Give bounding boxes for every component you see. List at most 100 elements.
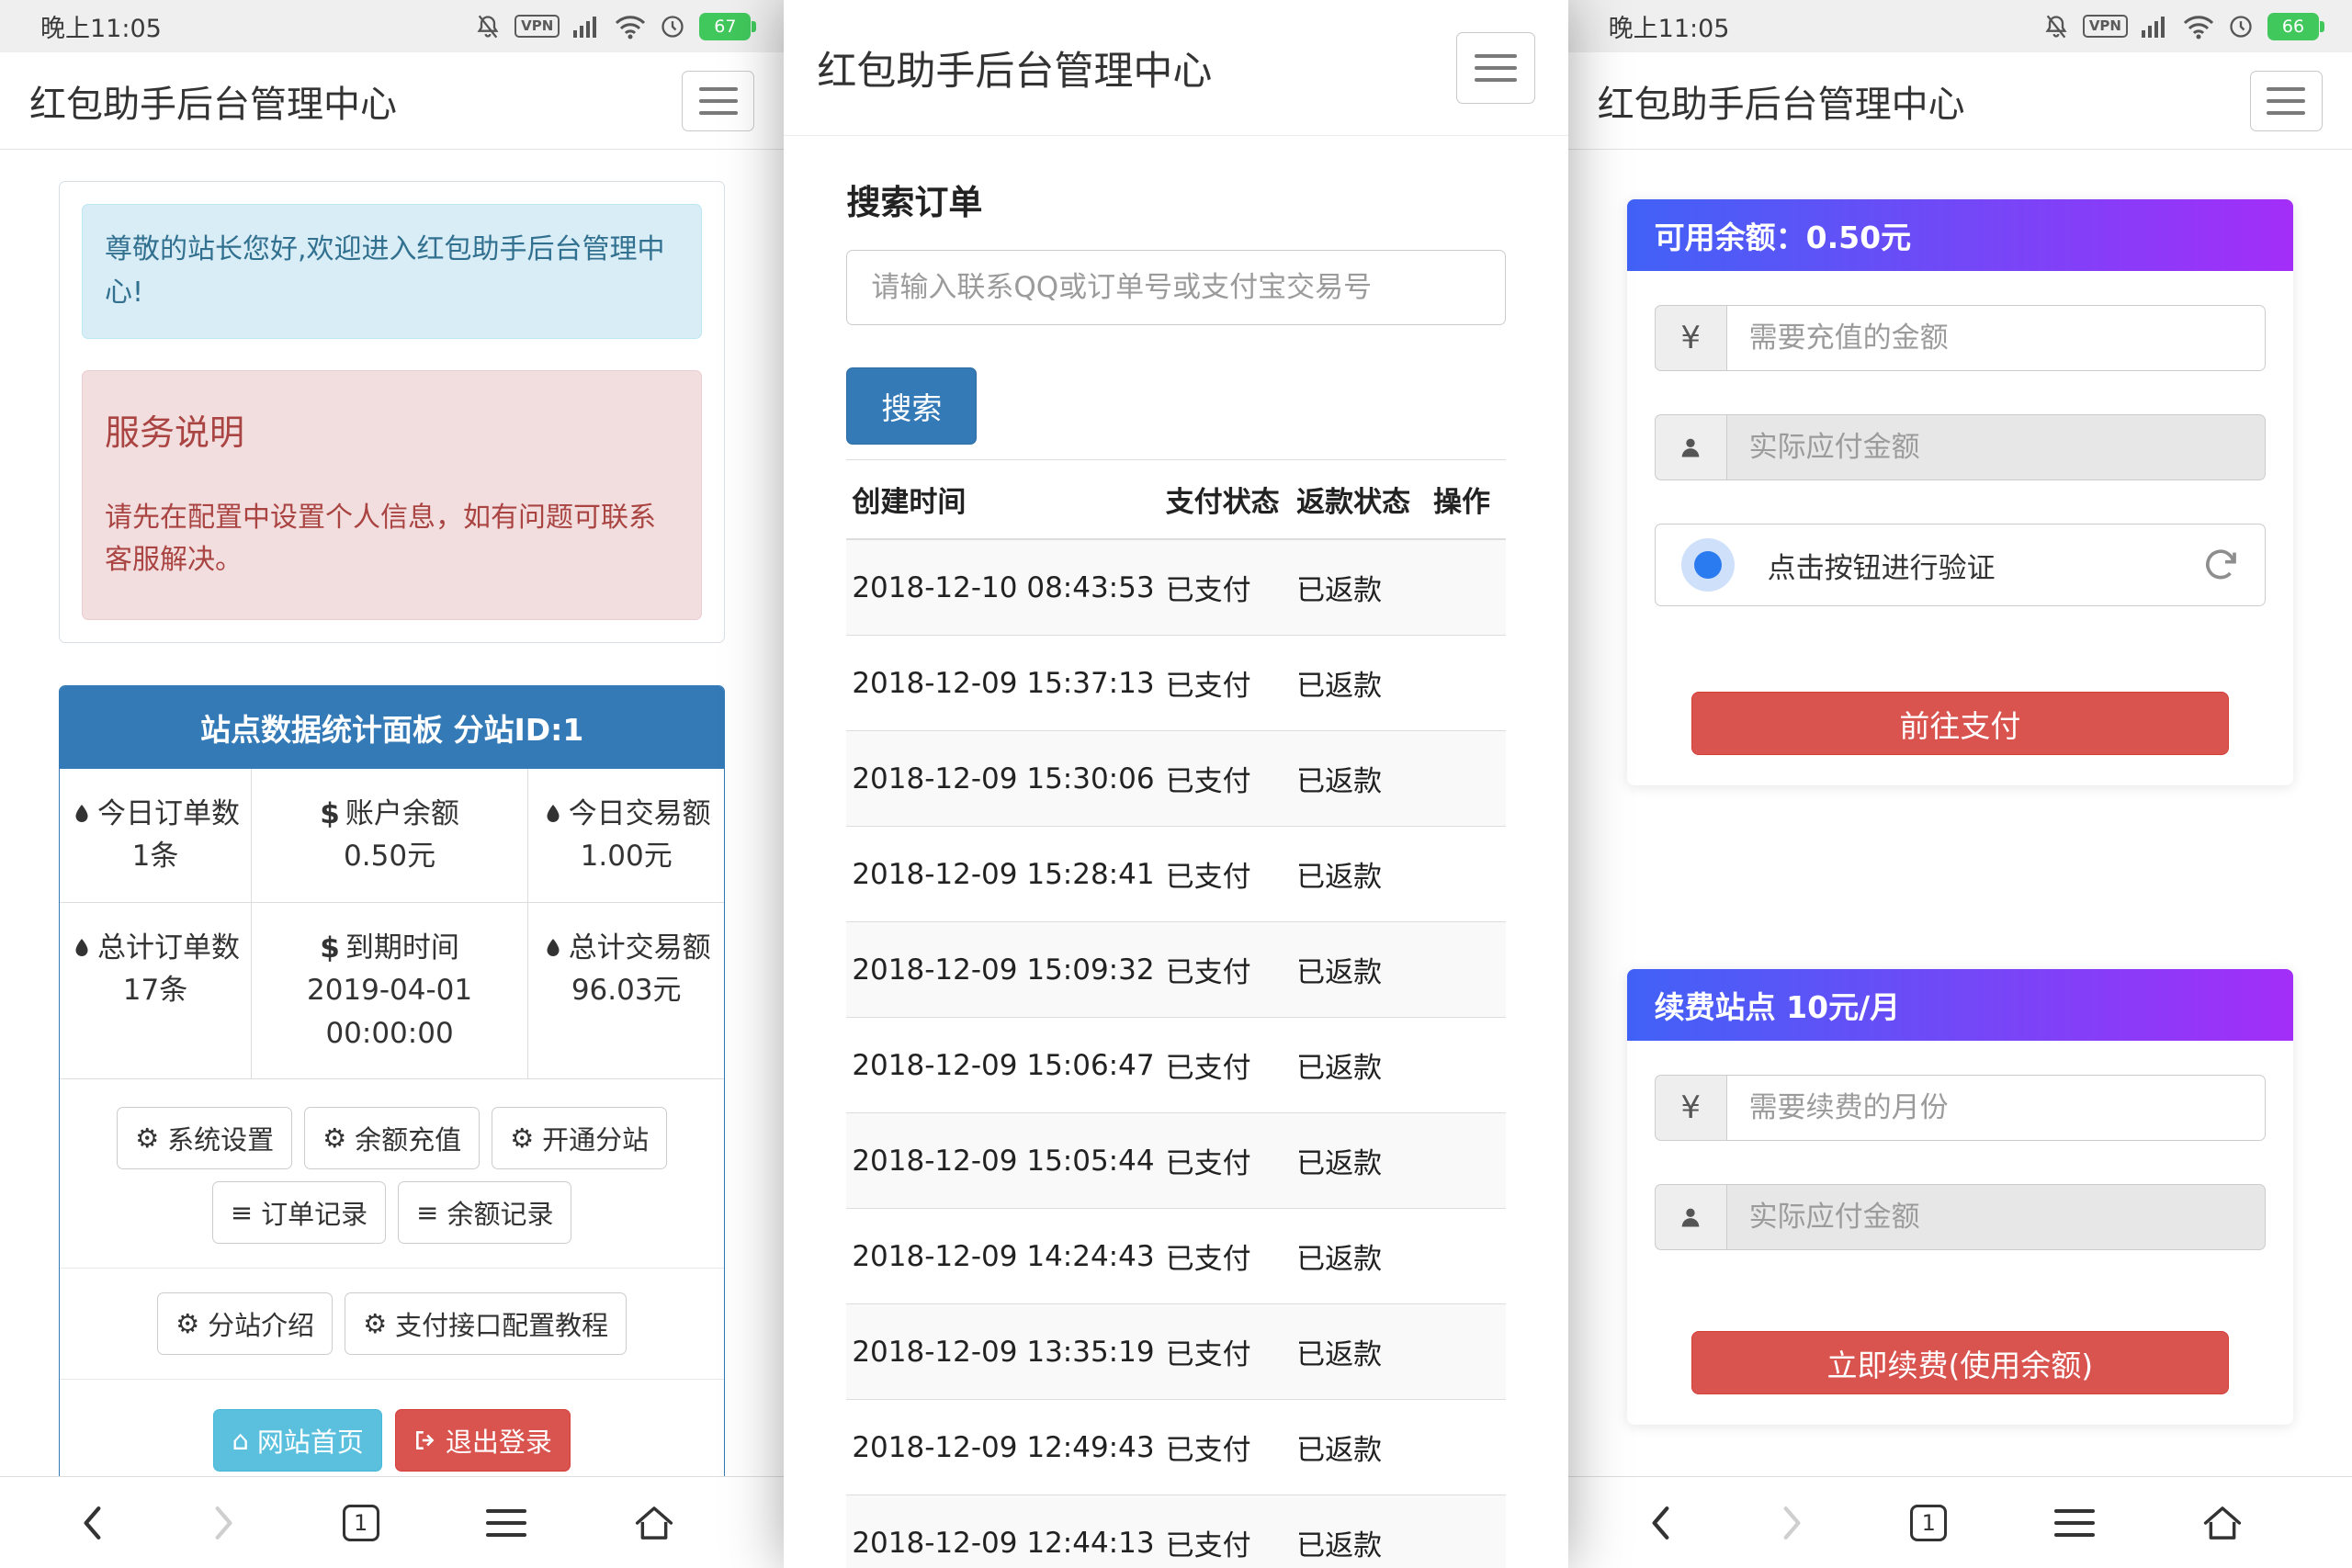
site-home-button[interactable]: ⌂网站首页 [213, 1409, 381, 1472]
stat-total-orders: 总计订单数 17条 [60, 903, 252, 1080]
order-refund-status: 已返款 [1291, 731, 1428, 827]
gear-icon: ⚙ [510, 1122, 534, 1154]
drop-icon [71, 934, 93, 962]
divider [60, 1379, 724, 1380]
forward-button[interactable] [211, 1506, 235, 1540]
go-to-pay-button[interactable]: 前往支付 [1691, 692, 2229, 755]
order-created-time: 2018-12-09 15:06:47 [846, 1018, 1159, 1113]
order-pay-status: 已支付 [1160, 1400, 1292, 1495]
order-actions [1428, 922, 1506, 1018]
stats-grid: 今日订单数 1条 $账户余额 0.50元 今日交易额 1.00元 总计订单数 1… [60, 769, 724, 1080]
order-pay-status: 已支付 [1160, 731, 1292, 827]
orders-table-body: 2018-12-10 08:43:53已支付已返款2018-12-09 15:3… [846, 539, 1505, 1568]
actual-pay-input[interactable] [1726, 414, 2266, 480]
recharge-amount-input[interactable] [1726, 305, 2266, 371]
captcha-verify-button[interactable] [1681, 538, 1735, 592]
app-header: 红包助手后台管理中心 [784, 0, 1567, 136]
renew-actual-pay-input[interactable] [1726, 1184, 2266, 1250]
person-icon [1655, 414, 1726, 480]
recharge-card-body: ¥ 点击按钮进行验证 前往支付 [1627, 271, 2293, 785]
order-actions [1428, 1209, 1506, 1304]
substation-intro-button[interactable]: ⚙分站介绍 [157, 1292, 333, 1355]
menu-button[interactable] [486, 1509, 526, 1537]
order-row: 2018-12-09 15:05:44已支付已返款 [846, 1113, 1505, 1209]
hamburger-menu-button[interactable] [2250, 71, 2323, 131]
gear-icon: ⚙ [175, 1308, 199, 1339]
browser-bottom-bar: 1 [1568, 1476, 2352, 1568]
renewal-card-body: ¥ 立即续费(使用余额) [1627, 1041, 2293, 1425]
app-header: 红包助手后台管理中心 [1568, 52, 2352, 150]
vpn-icon: VPN [514, 15, 560, 38]
status-bar: 晚上11:05 VPN 67 [0, 0, 784, 52]
order-row: 2018-12-09 15:30:06已支付已返款 [846, 731, 1505, 827]
hamburger-menu-button[interactable] [1456, 32, 1535, 104]
refresh-icon[interactable] [2202, 547, 2239, 583]
yen-icon: ¥ [1655, 305, 1726, 371]
col-refund-status: 返款状态 [1291, 460, 1428, 540]
back-button[interactable] [1649, 1506, 1673, 1540]
captcha-widget: 点击按钮进行验证 [1655, 524, 2266, 606]
renew-now-button[interactable]: 立即续费(使用余额) [1691, 1331, 2229, 1394]
order-created-time: 2018-12-09 14:24:43 [846, 1209, 1159, 1304]
open-substation-button[interactable]: ⚙开通分站 [492, 1107, 667, 1169]
order-refund-status: 已返款 [1291, 539, 1428, 636]
search-input[interactable] [846, 250, 1505, 325]
welcome-alert: 尊敬的站长您好,欢迎进入红包助手后台管理中心! [82, 204, 702, 339]
status-time: 晚上11:05 [1609, 8, 1730, 44]
balance-recharge-card: 可用余额：0.50元 ¥ 点击按钮进行验证 前往支付 [1627, 199, 2293, 785]
list-icon: ≡ [416, 1197, 438, 1228]
order-pay-status: 已支付 [1160, 1209, 1292, 1304]
tabs-button[interactable]: 1 [343, 1505, 379, 1541]
order-created-time: 2018-12-09 15:05:44 [846, 1113, 1159, 1209]
wifi-icon [615, 14, 646, 39]
status-bar: 晚上11:05 VPN 66 [1568, 0, 2352, 52]
left-phone-dashboard: 晚上11:05 VPN 67 红包助手后台管理中心 尊敬的站长您好,欢迎进入红包… [0, 0, 784, 1568]
back-button[interactable] [81, 1506, 105, 1540]
tab-count: 1 [343, 1505, 379, 1541]
mute-bell-icon [475, 14, 501, 39]
order-refund-status: 已返款 [1291, 1304, 1428, 1400]
search-button[interactable]: 搜索 [846, 367, 977, 445]
sign-out-icon [413, 1428, 437, 1452]
home-button[interactable] [633, 1504, 675, 1542]
menu-button[interactable] [2054, 1509, 2095, 1537]
drop-icon [542, 800, 564, 828]
recharge-amount-group: ¥ [1655, 305, 2266, 371]
order-records-button[interactable]: ≡订单记录 [212, 1181, 386, 1244]
balance-recharge-button[interactable]: ⚙余额充值 [304, 1107, 480, 1169]
order-actions [1428, 827, 1506, 922]
payment-config-tutorial-button[interactable]: ⚙支付接口配置教程 [345, 1292, 627, 1355]
order-row: 2018-12-09 12:49:43已支付已返款 [846, 1400, 1505, 1495]
forward-button[interactable] [1780, 1506, 1804, 1540]
tab-count: 1 [1910, 1505, 1947, 1541]
order-pay-status: 已支付 [1160, 827, 1292, 922]
system-settings-button[interactable]: ⚙系统设置 [117, 1107, 292, 1169]
balance-records-button[interactable]: ≡余额记录 [398, 1181, 571, 1244]
order-actions [1428, 731, 1506, 827]
order-actions [1428, 636, 1506, 731]
home-button[interactable] [2201, 1504, 2244, 1542]
recharge-content: 可用余额：0.50元 ¥ 点击按钮进行验证 前往支付 [1568, 150, 2352, 1425]
tabs-button[interactable]: 1 [1910, 1505, 1947, 1541]
dashboard-content: 尊敬的站长您好,欢迎进入红包助手后台管理中心! 服务说明 请先在配置中设置个人信… [0, 150, 784, 1511]
logout-button[interactable]: 退出登录 [395, 1409, 571, 1472]
drop-icon [71, 800, 93, 828]
renew-months-input[interactable] [1726, 1075, 2266, 1141]
order-pay-status: 已支付 [1160, 539, 1292, 636]
order-actions [1428, 1018, 1506, 1113]
orders-table: 创建时间 支付状态 返款状态 操作 2018-12-10 08:43:53已支付… [846, 459, 1505, 1568]
stats-panel-title: 站点数据统计面板 分站ID:1 [60, 686, 724, 769]
captcha-label: 点击按钮进行验证 [1768, 545, 2202, 586]
clock-icon [2228, 14, 2254, 39]
order-created-time: 2018-12-09 15:09:32 [846, 922, 1159, 1018]
service-alert-body: 请先在配置中设置个人信息，如有问题可联系客服解决。 [105, 497, 679, 582]
hamburger-menu-button[interactable] [682, 71, 754, 131]
order-pay-status: 已支付 [1160, 636, 1292, 731]
divider [60, 1268, 724, 1269]
clock-icon [660, 14, 685, 39]
renewal-header: 续费站点 10元/月 [1627, 969, 2293, 1041]
page-title: 红包助手后台管理中心 [29, 74, 397, 128]
site-stats-panel: 站点数据统计面板 分站ID:1 今日订单数 1条 $账户余额 0.50元 今日交… [59, 685, 725, 1512]
order-search-content: 搜索订单 搜索 创建时间 支付状态 返款状态 操作 2018-12-10 08:… [784, 136, 1567, 1568]
right-phone-recharge: 晚上11:05 VPN 66 红包助手后台管理中心 可用余额：0.50元 ¥ [1568, 0, 2352, 1568]
